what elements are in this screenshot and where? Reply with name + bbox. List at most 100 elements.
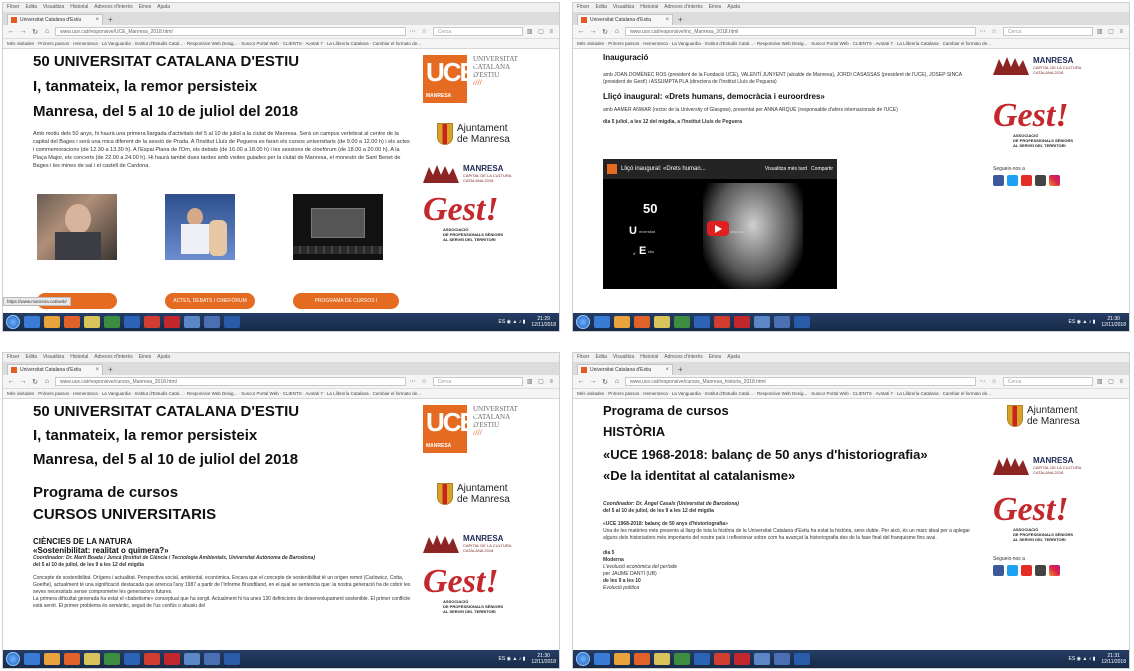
manresa-capital-logo[interactable]: MANRESA CAPITAL DE LA CULTURA CATALANA 201…: [423, 163, 553, 183]
actes-button[interactable]: ACTES, DEBATS I CINEFÒRUM: [165, 293, 255, 309]
new-tab-button[interactable]: +: [103, 364, 118, 375]
menu-bookmarks[interactable]: Adreces d'interès: [664, 3, 702, 12]
menu-tools[interactable]: Eines: [709, 353, 722, 362]
photoshop-icon[interactable]: [794, 653, 810, 665]
folder-icon[interactable]: [44, 653, 60, 665]
photoshop-icon[interactable]: [794, 316, 810, 328]
ajuntament-logo[interactable]: Ajuntament de Manresa: [1007, 405, 1123, 427]
share-button[interactable]: Compartir: [811, 166, 833, 172]
instagram-icon[interactable]: [1049, 175, 1060, 186]
menu-file[interactable]: Fitxer: [577, 353, 590, 362]
explorer-icon[interactable]: [24, 316, 40, 328]
close-tab-icon[interactable]: ×: [665, 367, 669, 373]
email-icon[interactable]: [1035, 175, 1046, 186]
page-actions-icon[interactable]: ⋯ ☆: [980, 28, 999, 35]
tray-icons[interactable]: ES ◉ ▲ ♪ ▮: [1069, 319, 1096, 325]
url-input[interactable]: www.uce.cat/responsive/inc_Manresa_2018.…: [625, 27, 976, 36]
new-tab-button[interactable]: +: [673, 364, 688, 375]
menu-edit[interactable]: Edita: [26, 3, 37, 12]
manresa-capital-logo[interactable]: MANRESA CAPITAL DE LA CULTURA CATALANA 201…: [993, 55, 1123, 75]
search-input[interactable]: Cerca: [432, 377, 523, 386]
search-input[interactable]: Cerca: [432, 27, 523, 36]
menu-file[interactable]: Fitxer: [7, 353, 20, 362]
browser-tab[interactable]: Universitat Catalana d'Estiu ×: [7, 14, 103, 25]
menu-help[interactable]: Ajuda: [727, 353, 740, 362]
menu-file[interactable]: Fitxer: [7, 3, 20, 12]
app2-icon[interactable]: [204, 653, 220, 665]
tray-icons[interactable]: ES ◉ ▲ ♪ ▮: [1069, 656, 1096, 662]
instagram-icon[interactable]: [1049, 565, 1060, 576]
home-icon[interactable]: ⌂: [613, 28, 621, 35]
browser-tab[interactable]: Universitat Catalana d'Estiu ×: [577, 364, 673, 375]
toolbar-icons[interactable]: ▥ ▢ ≡: [527, 378, 555, 385]
browser-tab[interactable]: Universitat Catalana d'Estiu ×: [7, 364, 103, 375]
ajuntament-logo[interactable]: Ajuntament de Manresa: [437, 123, 553, 145]
firefox-icon[interactable]: [634, 653, 650, 665]
acrobat-icon[interactable]: [164, 316, 180, 328]
menu-view[interactable]: Visualitza: [43, 3, 64, 12]
back-icon[interactable]: ←: [7, 378, 15, 385]
ajuntament-logo[interactable]: Ajuntament de Manresa: [437, 483, 553, 505]
app-icon[interactable]: [754, 316, 770, 328]
programa-button[interactable]: PROGRAMA DE CURSOS I: [293, 293, 399, 309]
app2-icon[interactable]: [774, 653, 790, 665]
start-button[interactable]: [6, 315, 20, 329]
files-icon[interactable]: [84, 316, 100, 328]
menu-bookmarks[interactable]: Adreces d'interès: [94, 3, 132, 12]
bookmarks-bar[interactable]: Més visitades · Primers passos · Hemerot…: [3, 39, 559, 49]
menu-file[interactable]: Fitxer: [577, 3, 590, 12]
menu-help[interactable]: Ajuda: [157, 3, 170, 12]
explorer-icon[interactable]: [594, 316, 610, 328]
facebook-icon[interactable]: [993, 175, 1004, 186]
menu-bookmarks[interactable]: Adreces d'interès: [94, 353, 132, 362]
files-icon[interactable]: [84, 653, 100, 665]
home-icon[interactable]: ⌂: [43, 378, 51, 385]
photoshop-icon[interactable]: [224, 316, 240, 328]
menu-tools[interactable]: Eines: [139, 3, 152, 12]
bookmarks-bar[interactable]: Més visitades · Primers passos · Hemerot…: [573, 389, 1129, 399]
word-icon[interactable]: [694, 653, 710, 665]
bookmarks-bar[interactable]: Més visitades · Primers passos · Hemerot…: [3, 389, 559, 399]
home-icon[interactable]: ⌂: [43, 28, 51, 35]
app-icon[interactable]: [184, 316, 200, 328]
menu-history[interactable]: Historial: [70, 353, 88, 362]
reload-icon[interactable]: ↻: [601, 28, 609, 36]
forward-icon[interactable]: →: [19, 378, 27, 385]
acrobat-icon[interactable]: [164, 653, 180, 665]
search-input[interactable]: Cerca: [1002, 377, 1093, 386]
browser-tab[interactable]: Universitat Catalana d'Estiu ×: [577, 14, 673, 25]
manresa-capital-logo[interactable]: MANRESA CAPITAL DE LA CULTURA CATALANA 201…: [993, 455, 1123, 475]
folder-icon[interactable]: [44, 316, 60, 328]
start-button[interactable]: [576, 652, 590, 666]
url-input[interactable]: www.uce.cat/responsive/UCE_Manresa_2018.…: [55, 27, 406, 36]
forward-icon[interactable]: →: [589, 378, 597, 385]
menu-help[interactable]: Ajuda: [727, 3, 740, 12]
twitter-icon[interactable]: [1007, 565, 1018, 576]
back-icon[interactable]: ←: [577, 378, 585, 385]
acrobat-icon[interactable]: [734, 653, 750, 665]
toolbar-icons[interactable]: ▥ ▢ ≡: [527, 28, 555, 35]
tray-icons[interactable]: ES ◉ ▲ ♪ ▮: [499, 319, 526, 325]
close-tab-icon[interactable]: ×: [95, 367, 99, 373]
files-icon[interactable]: [654, 653, 670, 665]
play-button[interactable]: [707, 221, 729, 236]
word-icon[interactable]: [124, 653, 140, 665]
gest-logo[interactable]: Gest! ASSOCIACIÓ DE PROFESSIONALS SÈNIOR…: [423, 193, 553, 243]
forward-icon[interactable]: →: [19, 28, 27, 35]
tray-icons[interactable]: ES ◉ ▲ ♪ ▮: [499, 656, 526, 662]
menu-history[interactable]: Historial: [70, 3, 88, 12]
firefox-icon[interactable]: [64, 316, 80, 328]
menu-edit[interactable]: Edita: [26, 353, 37, 362]
page-actions-icon[interactable]: ⋯ ☆: [410, 28, 429, 35]
close-tab-icon[interactable]: ×: [95, 17, 99, 23]
page-actions-icon[interactable]: ⋯ ☆: [410, 378, 429, 385]
media-icon[interactable]: [104, 653, 120, 665]
menu-tools[interactable]: Eines: [709, 3, 722, 12]
chrome-icon[interactable]: [144, 653, 160, 665]
facebook-icon[interactable]: [993, 565, 1004, 576]
forward-icon[interactable]: →: [589, 28, 597, 35]
new-tab-button[interactable]: +: [103, 14, 118, 25]
email-icon[interactable]: [1035, 565, 1046, 576]
new-tab-button[interactable]: +: [673, 14, 688, 25]
media-icon[interactable]: [104, 316, 120, 328]
